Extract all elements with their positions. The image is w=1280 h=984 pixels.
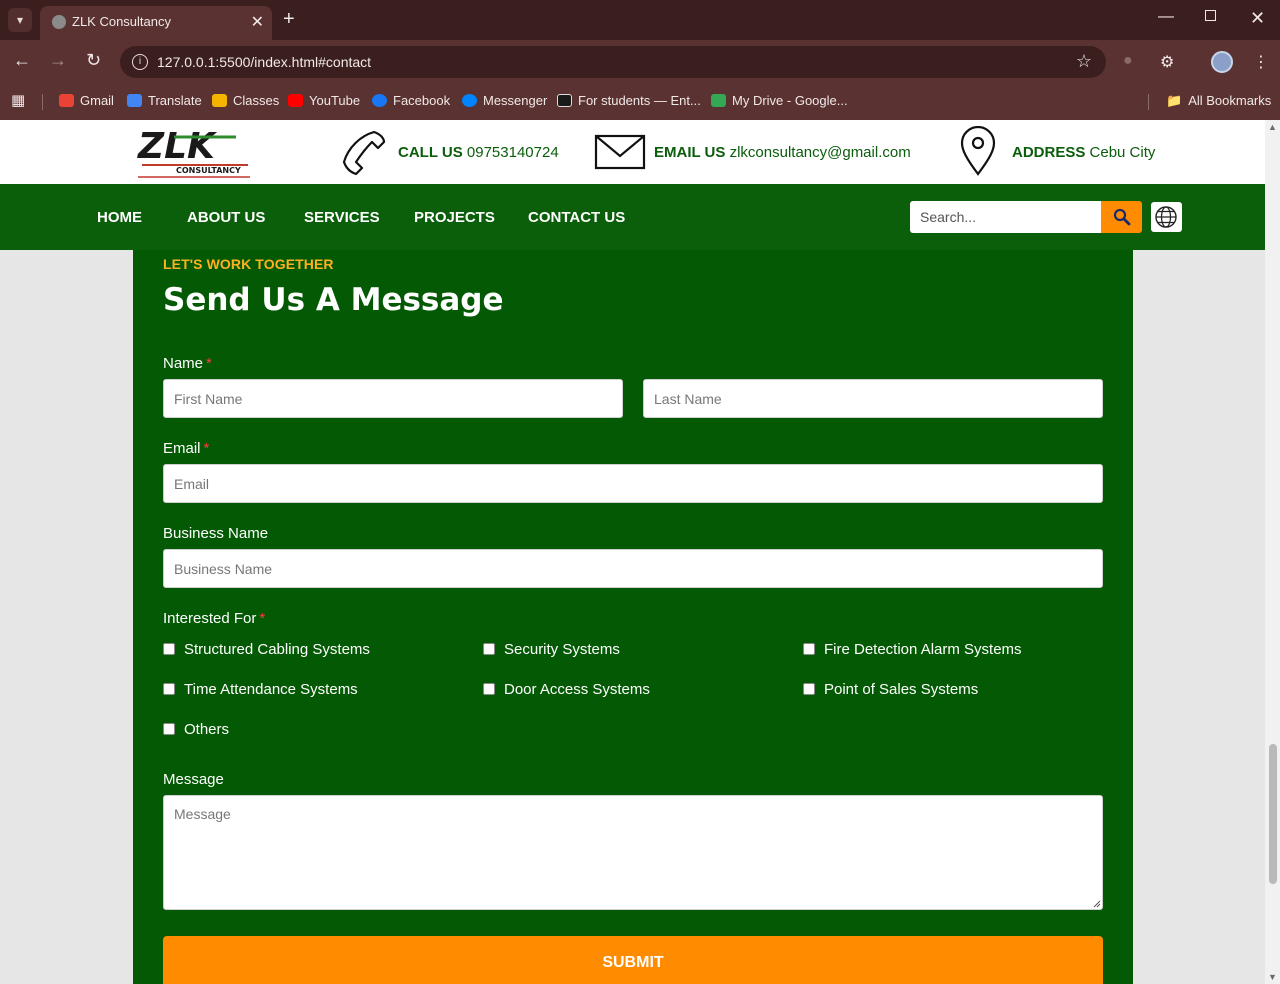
extension-moon-icon[interactable]: ●: [1123, 52, 1133, 70]
message-label: Message: [163, 771, 224, 788]
interested-for-label: Interested For *: [163, 610, 266, 627]
language-button[interactable]: [1151, 202, 1182, 232]
site-search-input[interactable]: [910, 201, 1101, 233]
bookmarks-divider: [1148, 94, 1149, 110]
forward-arrow-icon[interactable]: →: [49, 50, 67, 71]
business-name-label: Business Name: [163, 525, 269, 542]
checkbox[interactable]: [163, 723, 175, 735]
zlk-logo[interactable]: ZLK CONSULTANCY: [136, 125, 252, 179]
checkbox[interactable]: [163, 643, 175, 655]
search-button[interactable]: [1101, 201, 1142, 233]
scroll-up-arrow-icon[interactable]: ▲: [1268, 122, 1277, 132]
bookmark-youtube[interactable]: YouTube: [288, 93, 360, 108]
business-name-input[interactable]: [163, 549, 1103, 588]
tab-title: ZLK Consultancy: [72, 14, 171, 29]
checkbox[interactable]: [803, 683, 815, 695]
messenger-icon: [462, 94, 477, 107]
browser-tab-bar: ▾ ZLK Consultancy ✕ + — ✕: [0, 0, 1280, 40]
email-us-item[interactable]: EMAIL US zlkconsultancy@gmail.com: [594, 126, 914, 178]
bookmark-star-icon[interactable]: ☆: [1076, 51, 1092, 72]
site-info-icon[interactable]: i: [132, 54, 148, 70]
main-navigation: HOME ABOUT US SERVICES PROJECTS CONTACT …: [0, 184, 1265, 250]
address-item[interactable]: ADDRESS Cebu City: [958, 126, 1158, 178]
email-input[interactable]: [163, 464, 1103, 503]
checkbox[interactable]: [483, 683, 495, 695]
bookmark-gmail[interactable]: Gmail: [59, 93, 114, 108]
browser-tab[interactable]: ZLK Consultancy ✕: [40, 6, 272, 40]
message-textarea[interactable]: [163, 795, 1103, 910]
checkbox[interactable]: [803, 643, 815, 655]
bookmarks-divider: [42, 94, 43, 110]
reload-icon[interactable]: ↻: [86, 50, 101, 71]
nav-home[interactable]: HOME: [97, 209, 142, 226]
gmail-icon: [59, 94, 74, 107]
svg-text:ZLK: ZLK: [137, 126, 218, 167]
new-tab-button[interactable]: +: [283, 8, 295, 30]
apps-grid-icon[interactable]: ▦: [11, 91, 25, 109]
window-minimize-button[interactable]: —: [1158, 8, 1174, 26]
scroll-down-arrow-icon[interactable]: ▼: [1268, 972, 1277, 982]
bookmark-my-drive[interactable]: My Drive - Google...: [711, 93, 848, 108]
globe-icon: [1155, 206, 1177, 228]
page-viewport: ZLK CONSULTANCY CALL US 09753140724 EMAI…: [0, 120, 1265, 984]
envelope-icon: [594, 134, 646, 170]
section-title: Send Us A Message: [163, 282, 504, 318]
youtube-icon: [288, 94, 303, 107]
nav-services[interactable]: SERVICES: [304, 209, 380, 226]
email-us-label: EMAIL US zlkconsultancy@gmail.com: [654, 144, 911, 161]
bookmarks-bar: ▦ Gmail Translate Classes YouTube Facebo…: [0, 84, 1280, 120]
first-name-input[interactable]: [163, 379, 623, 418]
nav-projects[interactable]: PROJECTS: [414, 209, 495, 226]
facebook-icon: [372, 94, 387, 107]
google-drive-icon: [711, 94, 726, 107]
quizlet-icon: [557, 94, 572, 107]
tab-close-icon[interactable]: ✕: [251, 12, 264, 32]
translate-icon: [127, 94, 142, 107]
address-label: ADDRESS Cebu City: [1012, 144, 1156, 161]
bookmark-translate[interactable]: Translate: [127, 93, 202, 108]
checkbox[interactable]: [163, 683, 175, 695]
site-top-bar: ZLK CONSULTANCY CALL US 09753140724 EMAI…: [0, 120, 1265, 184]
resize-grip-icon[interactable]: [1093, 900, 1101, 908]
search-icon: [1113, 208, 1131, 226]
extensions-puzzle-icon[interactable]: ⚙: [1160, 52, 1174, 72]
name-label: Name *: [163, 355, 212, 372]
window-close-button[interactable]: ✕: [1250, 8, 1265, 29]
url-text[interactable]: 127.0.0.1:5500/index.html#contact: [157, 54, 371, 70]
scrollbar-thumb[interactable]: [1269, 744, 1277, 884]
last-name-input[interactable]: [643, 379, 1103, 418]
section-eyebrow: LET'S WORK TOGETHER: [163, 256, 334, 272]
nav-contact-us[interactable]: CONTACT US: [528, 209, 625, 226]
svg-text:CONSULTANCY: CONSULTANCY: [176, 166, 241, 175]
browser-menu-icon[interactable]: ⋮: [1253, 52, 1269, 72]
folder-icon: 📁: [1166, 93, 1183, 108]
bookmark-for-students[interactable]: For students — Ent...: [557, 93, 701, 108]
back-arrow-icon[interactable]: ←: [13, 50, 31, 71]
call-us-item[interactable]: CALL US 09753140724: [340, 126, 560, 178]
all-bookmarks-button[interactable]: 📁 All Bookmarks: [1166, 93, 1271, 109]
bookmark-classes[interactable]: Classes: [212, 93, 279, 108]
submit-button[interactable]: SUBMIT: [163, 936, 1103, 984]
bookmark-messenger[interactable]: Messenger: [462, 93, 547, 108]
bookmark-facebook[interactable]: Facebook: [372, 93, 450, 108]
phone-icon: [342, 130, 386, 176]
checkbox[interactable]: [483, 643, 495, 655]
email-label: Email *: [163, 440, 210, 457]
location-pin-icon: [960, 126, 996, 176]
classroom-icon: [212, 94, 227, 107]
window-restore-button[interactable]: [1205, 10, 1216, 21]
tab-search-button[interactable]: ▾: [8, 8, 32, 32]
nav-about-us[interactable]: ABOUT US: [187, 209, 265, 226]
site-favicon-icon: [52, 15, 66, 29]
page-scrollbar[interactable]: ▲ ▼: [1265, 120, 1280, 984]
call-us-label: CALL US 09753140724: [398, 144, 559, 161]
address-bar[interactable]: i 127.0.0.1:5500/index.html#contact ☆: [120, 46, 1106, 78]
contact-form-panel: LET'S WORK TOGETHER Send Us A Message Na…: [133, 250, 1133, 984]
browser-toolbar: ← → ↻ i 127.0.0.1:5500/index.html#contac…: [0, 40, 1280, 84]
profile-avatar[interactable]: [1211, 51, 1233, 73]
